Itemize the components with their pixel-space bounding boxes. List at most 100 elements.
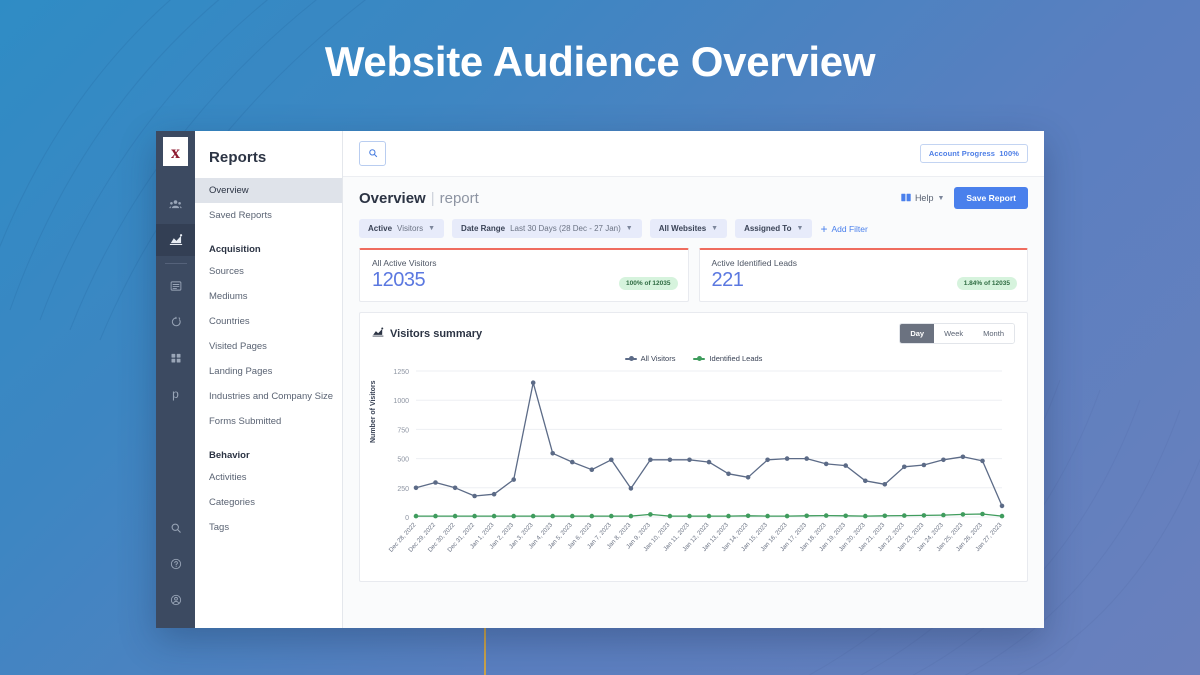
filter-value: Last 30 Days (28 Dec - 27 Jan) [510,224,621,233]
chevron-down-icon: ▼ [796,225,804,232]
apps-grid-icon [170,352,182,364]
chevron-down-icon: ▼ [711,225,719,232]
sidebar-item-label: Overview [209,185,249,196]
rail-bottom-group [156,512,195,620]
rail-item-account[interactable] [156,584,195,616]
help-circle-icon [170,558,182,570]
chart-legend: All Visitors Identified Leads [372,354,1015,363]
sidebar-item-tags[interactable]: Tags [195,515,342,540]
sidebar-item-categories[interactable]: Categories [195,490,342,515]
sidebar-item-countries[interactable]: Countries [195,309,342,334]
line-chart-icon [372,326,384,341]
pages-icon: p [172,387,179,401]
metric-badge: 1.84% of 12035 [956,277,1017,290]
chevron-down-icon: ▼ [937,194,945,202]
account-progress-value: 100% [999,149,1019,158]
svg-text:1000: 1000 [393,398,409,405]
content-area: Overview | report Help ▼ Save Report Act… [343,177,1044,628]
report-title: Overview | report [359,190,479,207]
secondary-nav: Reports Overview Saved Reports Acquisiti… [195,131,343,628]
svg-text:0: 0 [405,515,409,522]
svg-text:1250: 1250 [393,369,409,376]
top-bar: Account Progress 100% [343,131,1044,177]
metric-card-all-active-visitors[interactable]: All Active Visitors 12035 100% of 12035 [359,248,689,302]
title-separator: | [430,189,435,207]
svg-text:250: 250 [397,486,409,493]
metric-card-active-identified-leads[interactable]: Active Identified Leads 221 1.84% of 120… [698,248,1028,302]
sidebar-item-landing-pages[interactable]: Landing Pages [195,359,342,384]
metric-cards: All Active Visitors 12035 100% of 12035 … [359,248,1028,302]
chart-title-label: Visitors summary [390,327,483,340]
report-title-main: Overview [359,189,426,207]
range-day[interactable]: Day [900,324,935,343]
filter-date-range[interactable]: Date Range Last 30 Days (28 Dec - 27 Jan… [452,219,642,238]
search-icon [368,145,378,163]
help-menu[interactable]: Help ▼ [901,193,944,204]
chevron-down-icon: ▼ [428,225,436,232]
legend-swatch [693,356,706,361]
help-label: Help [914,193,934,203]
rail-item-help[interactable] [156,548,195,580]
filter-all-websites[interactable]: All Websites ▼ [649,219,728,238]
sidebar-item-overview[interactable]: Overview [195,178,342,203]
logo-glyph: x [171,141,180,162]
add-filter-button[interactable]: + Add Filter [820,223,867,235]
sidebar-item-saved-reports[interactable]: Saved Reports [195,203,342,228]
sidebar-item-sources[interactable]: Sources [195,259,342,284]
metric-badge: 100% of 12035 [619,277,678,290]
nav-group-acquisition: Acquisition [209,244,261,255]
rail-item-reports[interactable] [156,224,195,256]
chevron-down-icon: ▼ [625,225,633,232]
list-icon [170,280,182,292]
legend-label: Identified Leads [709,354,763,363]
account-progress-badge[interactable]: Account Progress 100% [919,144,1028,163]
legend-item-all-visitors[interactable]: All Visitors [624,354,676,363]
nav-group-behavior: Behavior [209,450,250,461]
range-toggle: Day Week Month [899,323,1015,344]
sidebar-item-activities[interactable]: Activities [195,465,342,490]
filter-label: Active [368,224,393,233]
filter-assigned-to[interactable]: Assigned To ▼ [735,219,813,238]
page-header-row: Overview | report Help ▼ Save Report [359,187,1028,209]
reports-icon [169,233,183,247]
rail-item-contacts[interactable] [156,188,195,220]
sidebar-item-label: Saved Reports [209,210,272,221]
filter-value: Visitors [397,224,424,233]
nav-title: Reports [209,149,267,166]
metric-label: All Active Visitors [372,258,437,268]
search-button[interactable] [359,141,386,166]
add-filter-label: Add Filter [831,223,868,234]
filter-label: Date Range [461,224,506,233]
sidebar-item-industries-company-size[interactable]: Industries and Company Size [195,384,342,409]
rail-item-timer[interactable] [156,306,195,338]
rail-item-search[interactable] [156,512,195,544]
save-report-button[interactable]: Save Report [954,187,1028,209]
rail-item-pages[interactable]: p [156,378,195,410]
chart-plot-area: Number of Visitors 0 250 500 750 1000 1250 Dec… [370,365,1015,565]
range-month[interactable]: Month [973,324,1014,343]
filter-active-visitors[interactable]: Active Visitors ▼ [359,219,445,238]
metric-label: Active Identified Leads [711,258,798,268]
app-window: x p Reports Overview Saved Reports Acqui… [156,131,1044,628]
visitors-summary-card: Visitors summary Day Week Month All Visi… [359,312,1028,582]
contacts-icon [169,198,182,211]
legend-swatch [624,356,637,361]
account-progress-label: Account Progress [928,149,996,158]
header-actions: Help ▼ Save Report [901,187,1028,209]
chart-header: Visitors summary Day Week Month [372,323,1015,344]
legend-label: All Visitors [640,354,676,363]
visitors-line-chart: 025050075010001250Dec 28, 2022Dec 29, 20… [388,369,1005,554]
company-logo[interactable]: x [163,137,188,166]
icon-rail: x p [156,131,195,628]
decorative-divider-line [484,628,486,675]
book-icon [901,193,911,204]
rail-item-list[interactable] [156,270,195,302]
main-area: Account Progress 100% Overview|report [343,131,1044,628]
sidebar-item-mediums[interactable]: Mediums [195,284,342,309]
range-week[interactable]: Week [934,324,974,343]
sidebar-item-forms-submitted[interactable]: Forms Submitted [195,409,342,434]
sidebar-item-visited-pages[interactable]: Visited Pages [195,334,342,359]
legend-item-identified-leads[interactable]: Identified Leads [693,354,762,363]
filter-bar: Active Visitors ▼ Date Range Last 30 Day… [359,219,1028,238]
rail-item-apps[interactable] [156,342,195,374]
